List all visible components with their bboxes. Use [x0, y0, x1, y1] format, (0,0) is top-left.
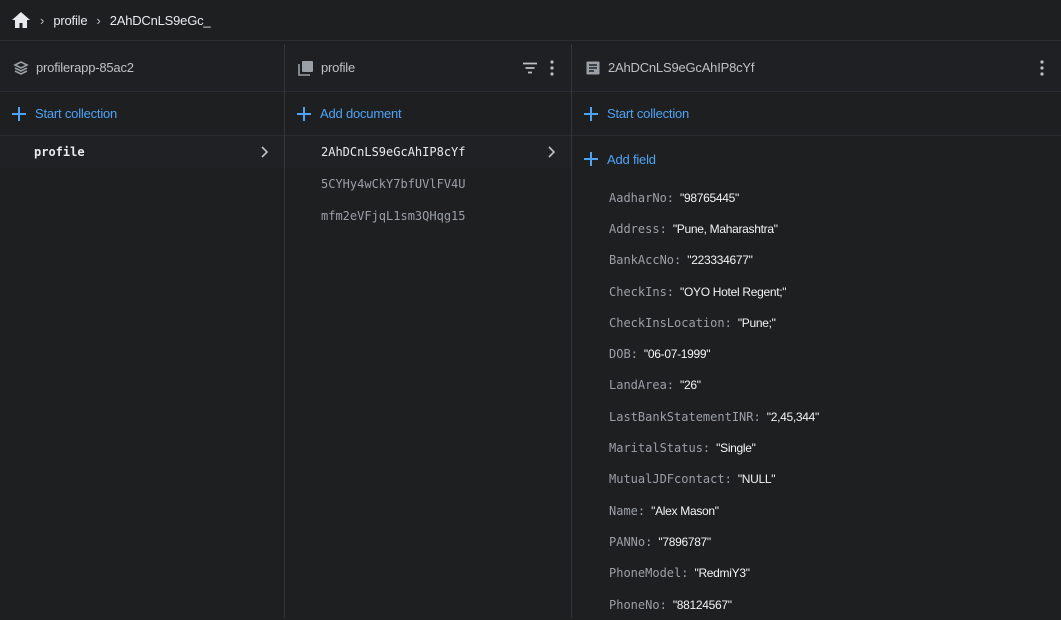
collection-item-label: profile	[34, 145, 85, 159]
field-value: "OYO Hotel Regent;"	[680, 284, 787, 299]
field-key: PANNo	[609, 534, 646, 549]
field-key: CheckInsLocation	[609, 315, 725, 330]
field-row[interactable]: CheckIns: "OYO Hotel Regent;"	[609, 276, 1061, 307]
breadcrumb: › profile › 2AhDCnLS9eGc_	[0, 0, 1061, 41]
collection-title: profile	[321, 60, 356, 75]
chevron-right-icon	[545, 144, 559, 160]
plus-icon	[12, 106, 26, 121]
document-panel: 2AhDCnLS9eGcAhIP8cYf Start collection Ad…	[572, 44, 1061, 618]
chevron-right-icon	[258, 144, 272, 160]
field-key: LastBankStatementINR	[609, 409, 754, 424]
field-row[interactable]: PANNo: "7896787"	[609, 526, 1061, 557]
field-row[interactable]: MutualJDFcontact: "NULL"	[609, 464, 1061, 495]
collection-panel: profile Add document 2AhDCnLS9eGcAhIP8cY…	[285, 44, 572, 618]
field-row[interactable]: PhoneModel: "RedmiY3"	[609, 558, 1061, 589]
start-collection-button[interactable]: Start collection	[0, 92, 284, 136]
root-panel-header: profilerapp-85ac2	[0, 44, 284, 92]
field-key: PhoneModel	[609, 566, 682, 581]
add-field-button[interactable]: Add field	[572, 136, 1061, 182]
field-row[interactable]: CheckInsLocation: "Pune;"	[609, 307, 1061, 338]
field-value: "RedmiY3"	[694, 566, 750, 581]
field-row[interactable]: Name: "Alex Mason"	[609, 495, 1061, 526]
document-id: mfm2eVFjqL1sm3QHqg15	[321, 209, 466, 223]
project-title: profilerapp-85ac2	[36, 60, 134, 75]
document-id: 2AhDCnLS9eGcAhIP8cYf	[321, 145, 466, 159]
field-row[interactable]: Address: "Pune, Maharashtra"	[609, 213, 1061, 244]
add-document-button[interactable]: Add document	[285, 92, 571, 136]
start-collection-label: Start collection	[35, 106, 118, 121]
field-row[interactable]: AadharNo: "98765445"	[609, 182, 1061, 213]
field-value: "88124567"	[672, 597, 732, 612]
plus-icon	[584, 152, 598, 166]
field-key: PhoneNo	[609, 597, 660, 612]
root-panel: profilerapp-85ac2 Start collection profi…	[0, 44, 285, 618]
document-panel-header: 2AhDCnLS9eGcAhIP8cYf	[572, 44, 1061, 92]
document-item[interactable]: 5CYHy4wCkY7bfUVlFV4U	[285, 168, 571, 200]
breadcrumb-item-profile[interactable]: profile	[53, 13, 87, 28]
field-row[interactable]: MaritalStatus: "Single"	[609, 432, 1061, 463]
add-document-label: Add document	[320, 106, 402, 121]
field-value: "7896787"	[658, 534, 711, 549]
collection-panel-header: profile	[285, 44, 571, 92]
home-icon[interactable]	[11, 10, 31, 30]
plus-icon	[297, 106, 311, 121]
field-value: "26"	[680, 378, 701, 393]
field-row[interactable]: PhoneNo: "88124567"	[609, 589, 1061, 620]
chevron-right-icon: ›	[40, 12, 45, 28]
field-key: AadharNo	[609, 190, 667, 205]
field-value: "Pune;"	[737, 315, 776, 330]
field-list: AadharNo: "98765445" Address: "Pune, Mahar…	[572, 182, 1061, 620]
document-id: 5CYHy4wCkY7bfUVlFV4U	[321, 177, 466, 191]
field-value: "NULL"	[737, 472, 776, 487]
collection-item-profile[interactable]: profile	[0, 136, 284, 168]
field-key: LandArea	[609, 378, 667, 393]
field-value: "223334677"	[687, 253, 753, 268]
breadcrumb-item-document[interactable]: 2AhDCnLS9eGc_	[110, 13, 211, 28]
collection-icon	[297, 59, 315, 77]
field-key: MutualJDFcontact	[609, 472, 725, 487]
field-key: DOB	[609, 347, 631, 362]
plus-icon	[584, 106, 598, 121]
field-value: "Single"	[716, 441, 756, 456]
field-value: "Pune, Maharashtra"	[672, 221, 778, 236]
document-icon	[584, 59, 602, 77]
field-value: "06-07-1999"	[643, 347, 711, 362]
more-vert-icon[interactable]	[541, 57, 563, 79]
field-key: CheckIns	[609, 284, 667, 299]
document-title: 2AhDCnLS9eGcAhIP8cYf	[608, 60, 755, 75]
layers-icon	[12, 59, 30, 77]
chevron-right-icon: ›	[96, 12, 101, 28]
field-row[interactable]: DOB: "06-07-1999"	[609, 338, 1061, 369]
field-value: "98765445"	[680, 190, 739, 205]
field-key: MaritalStatus	[609, 441, 703, 456]
field-row[interactable]: LandArea: "26"	[609, 370, 1061, 401]
field-row[interactable]: LastBankStatementINR: "2,45,344"	[609, 401, 1061, 432]
field-value: "Alex Mason"	[651, 503, 719, 518]
start-collection-label: Start collection	[607, 106, 690, 121]
document-item[interactable]: mfm2eVFjqL1sm3QHqg15	[285, 200, 571, 232]
field-key: Address	[609, 221, 660, 236]
field-row[interactable]: BankAccNo: "223334677"	[609, 245, 1061, 276]
field-value: "2,45,344"	[766, 409, 820, 424]
start-subcollection-button[interactable]: Start collection	[572, 92, 1061, 136]
filter-icon[interactable]	[519, 57, 541, 79]
add-field-label: Add field	[607, 151, 656, 167]
document-item-selected[interactable]: 2AhDCnLS9eGcAhIP8cYf	[285, 136, 571, 168]
field-key: BankAccNo	[609, 253, 675, 268]
more-vert-icon[interactable]	[1031, 57, 1053, 79]
field-key: Name	[609, 503, 638, 518]
